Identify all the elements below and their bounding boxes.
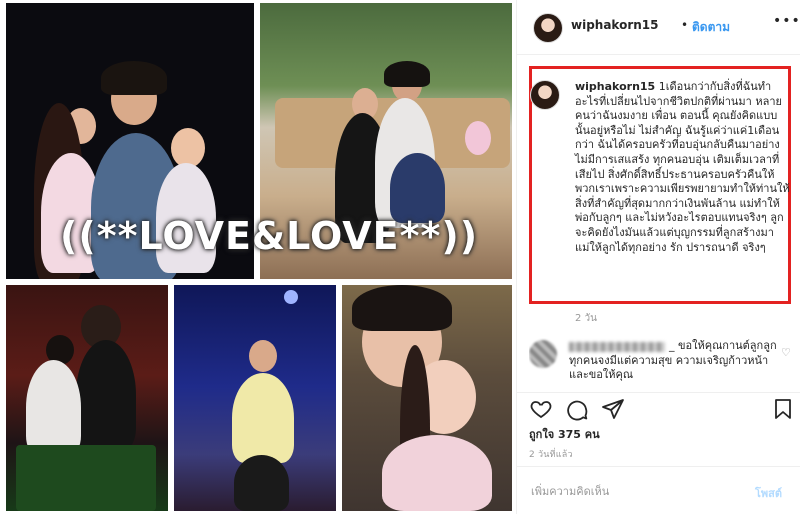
share-icon[interactable] <box>601 397 625 421</box>
caption-text-block: wiphakorn15 1เดือนกว่ากับสิ่งที่ฉันทำอะไ… <box>575 80 791 255</box>
photo-overlay-text: ((**LOVE&LOVE**)) <box>60 214 479 258</box>
instagram-post: ((**LOVE&LOVE**)) wiphakorn15 • ติดตาม •… <box>0 0 800 514</box>
post-comment-button[interactable]: โพสต์ <box>755 484 782 502</box>
caption-username[interactable]: wiphakorn15 <box>575 80 655 93</box>
photo-concert-singer <box>174 285 336 511</box>
avatar[interactable] <box>533 13 563 43</box>
caption-text: 1เดือนกว่ากับสิ่งที่ฉันทำอะไรที่เปลี่ยนไ… <box>575 80 790 254</box>
photo-couple-selfie <box>342 285 512 511</box>
post-image-collage[interactable]: ((**LOVE&LOVE**)) <box>0 0 516 514</box>
follow-button[interactable]: ติดตาม <box>692 18 730 37</box>
caption-avatar[interactable] <box>530 80 560 110</box>
comment-avatar-blurred[interactable] <box>529 340 557 368</box>
likes-count[interactable]: ถูกใจ 375 คน <box>529 425 600 443</box>
more-horizontal-icon[interactable]: ••• <box>773 14 800 30</box>
caption-time: 2 วัน <box>575 313 597 324</box>
post-header: wiphakorn15 • ติดตาม ••• <box>517 0 800 55</box>
comment-item: _ ขอให้คุณกานต์ลูกลูกทุกคนจงมีแต่ความสุข… <box>529 338 791 384</box>
heart-icon[interactable] <box>529 397 553 421</box>
bookmark-icon[interactable] <box>771 397 795 421</box>
comment-input[interactable] <box>529 481 733 501</box>
comment-text: _ ขอให้คุณกานต์ลูกลูกทุกคนจงมีแต่ความสุข… <box>569 339 777 382</box>
comment-like-heart-icon[interactable]: ♡ <box>781 346 791 359</box>
photo-party-stage <box>6 285 168 511</box>
header-username[interactable]: wiphakorn15 <box>571 18 659 32</box>
add-comment-bar: โพสต์ <box>517 466 800 515</box>
comment-icon[interactable] <box>565 397 589 421</box>
post-date: 2 วันที่แล้ว <box>529 450 573 460</box>
post-side-panel: wiphakorn15 • ติดตาม ••• wiphakorn15 1เด… <box>516 0 800 514</box>
header-separator: • <box>681 18 689 32</box>
